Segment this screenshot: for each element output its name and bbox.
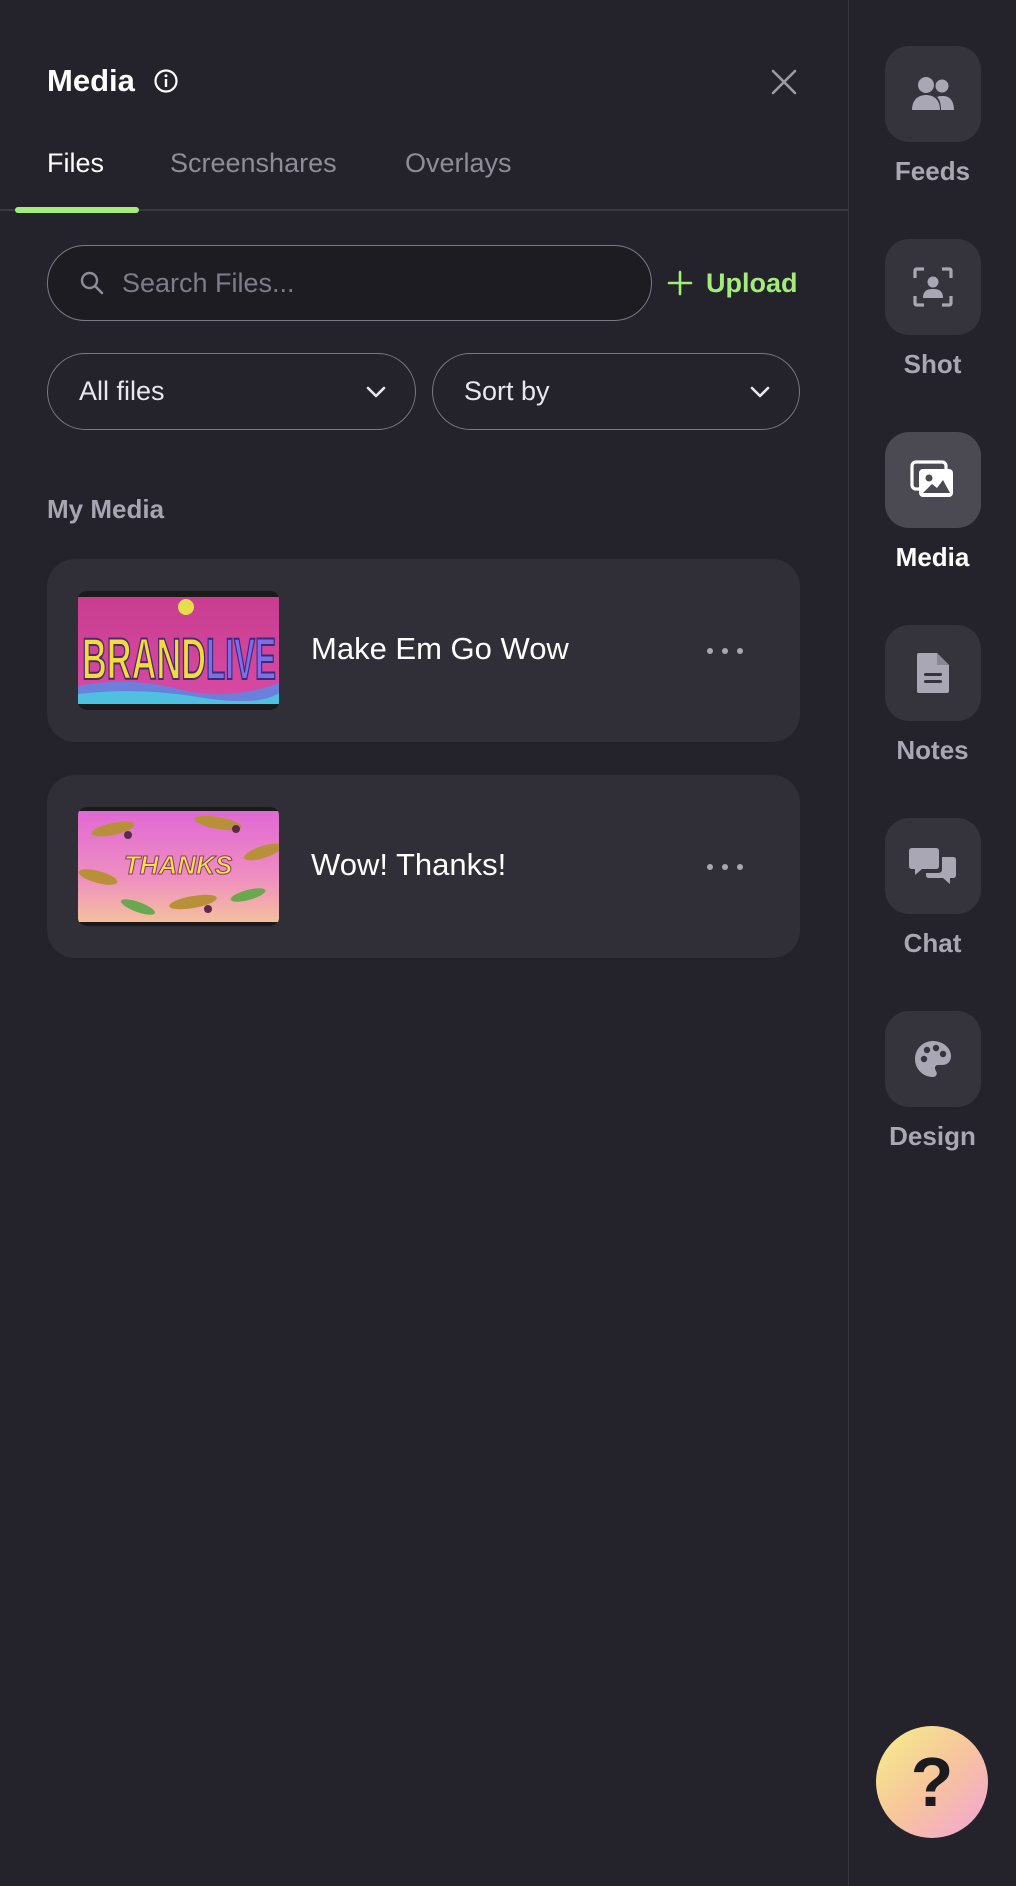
rail-label-media: Media [895,542,970,572]
rail-label-chat: Chat [903,928,962,958]
sort-value: Sort by [464,376,550,406]
shot-frame-icon [885,239,981,335]
question-mark-icon: ? [910,1743,954,1821]
media-thumbnail: BRAND LIVE [78,591,279,710]
rail-label-feeds: Feeds [894,156,971,186]
search-input[interactable] [122,267,602,299]
upload-button[interactable]: Upload [666,262,798,304]
panel-header: Media [47,60,179,102]
more-options-button[interactable] [707,639,743,663]
tab-screenshares[interactable]: Screenshares [170,148,337,179]
panel-title: Media [47,63,135,98]
file-filter-value: All files [79,376,165,406]
close-icon [771,69,797,95]
thumbnail-brand-text: BRAND [82,627,206,692]
sort-select[interactable]: Sort by [432,353,800,430]
plus-icon [667,270,693,296]
rail-label-notes: Notes [896,735,969,765]
media-panel: Media Files Screenshares Overlays Upload… [0,0,848,1886]
media-item-name: Make Em Go Wow [311,631,569,666]
search-field[interactable] [47,245,652,321]
help-button[interactable]: ? [876,1726,988,1838]
section-heading-my-media: My Media [47,494,165,524]
rail-label-design: Design [889,1121,976,1151]
close-button[interactable] [764,62,804,102]
file-filter-select[interactable]: All files [47,353,416,430]
media-thumbnail: THANKS [78,807,279,926]
upload-label: Upload [706,267,798,298]
svg-text:LIVE: LIVE [206,627,276,692]
media-item-name: Wow! Thanks! [311,847,507,882]
images-icon [885,432,981,528]
tab-overlays[interactable]: Overlays [405,148,512,179]
rail-label-shot: Shot [903,349,962,379]
tab-files[interactable]: Files [47,148,104,179]
active-tab-indicator [15,207,139,213]
users-icon [885,46,981,142]
chevron-down-icon [366,386,386,397]
chat-bubbles-icon [885,818,981,914]
document-icon [885,625,981,721]
media-list-item[interactable]: BRAND LIVE Make Em Go Wow [47,559,800,742]
more-options-button[interactable] [707,855,743,879]
info-icon[interactable] [153,68,179,94]
media-list-item[interactable]: THANKS Wow! Thanks! [47,775,800,958]
chevron-down-icon [750,386,770,397]
thumbnail-thanks-text: THANKS [124,850,233,880]
right-rail: Feeds Shot Media Notes Chat Design [849,0,1016,1886]
search-icon [78,269,106,297]
palette-icon [885,1011,981,1107]
